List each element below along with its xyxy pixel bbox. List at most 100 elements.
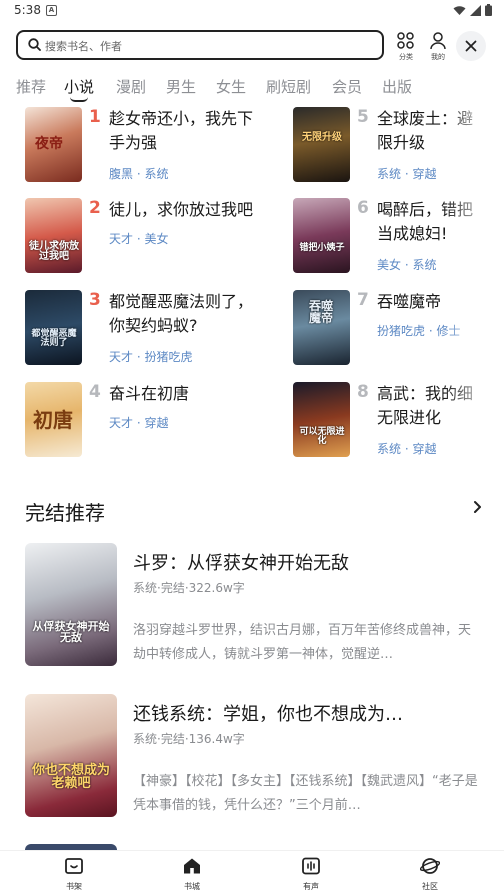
nav-community[interactable]: 社区	[410, 857, 450, 892]
scroll-fade	[444, 100, 504, 460]
book-title-line1: 奋斗在初唐	[109, 384, 190, 403]
status-bar: 5:38 A	[0, 0, 504, 22]
book-title-line1: 趁女帝还小，我先下	[109, 109, 254, 128]
book-tags: 天才 · 扮猪吃虎	[109, 350, 193, 364]
book-title-line2: 手为强	[109, 133, 158, 152]
nav-bookstore[interactable]: 书城	[172, 857, 212, 892]
rank-number: 2	[89, 198, 101, 218]
nav-label: 书城	[184, 882, 200, 891]
book-tags: 腹黑 · 系统	[109, 167, 169, 181]
app-notification-icon: A	[46, 5, 57, 16]
cover-title: 可以无限进化	[299, 427, 345, 446]
book-cover: 你也不想成为老赖吧	[25, 694, 117, 817]
book-meta: 系统·完结·322.6w字	[133, 581, 245, 595]
status-time: 5:38	[14, 3, 41, 17]
cover-title: 错把小姨子	[299, 243, 345, 253]
cover-title: 徒儿求你放过我吧	[29, 241, 79, 262]
category-button[interactable]: 分类	[391, 30, 421, 64]
close-icon	[465, 40, 477, 52]
chevron-right-icon[interactable]	[472, 500, 482, 514]
tab-vip[interactable]: 会员	[332, 76, 362, 97]
rank-item[interactable]: 夜帝 1 趁女帝还小，我先下 手为强 腹黑 · 系统	[25, 107, 285, 183]
book-cover: 初唐	[25, 382, 82, 457]
rank-item[interactable]: 徒儿求你放过我吧 2 徒儿，求你放过我吧 天才 · 美女	[25, 198, 285, 274]
rank-number: 7	[357, 290, 369, 310]
rank-item[interactable]: 初唐 4 奋斗在初唐 天才 · 穿越	[25, 382, 285, 458]
tab-male[interactable]: 男生	[166, 76, 196, 97]
book-tags: 系统 · 穿越	[377, 442, 437, 456]
section-title: 完结推荐	[25, 501, 105, 525]
book-tags: 天才 · 美女	[109, 232, 169, 246]
tab-recommend[interactable]: 推荐	[16, 76, 46, 97]
book-title: 还钱系统：学姐，你也不想成为…	[133, 704, 403, 725]
audio-icon	[302, 857, 320, 875]
rank-number: 3	[89, 290, 101, 310]
nav-label: 有声	[303, 882, 319, 891]
book-title: 斗罗：从俘获女神开始无敌	[133, 553, 349, 574]
home-icon	[184, 858, 200, 874]
book-description: 洛羽穿越斗罗世界，结识古月娜，百万年苦修终成兽神，天劫中转修成人，铸就斗罗第一神…	[133, 623, 472, 662]
category-label: 分类	[399, 53, 413, 61]
system-icons	[453, 4, 492, 16]
rank-number: 5	[357, 107, 369, 127]
search-placeholder: 搜索书名、作者	[45, 40, 122, 53]
book-tags: 美女 · 系统	[377, 258, 437, 272]
tab-publish[interactable]: 出版	[382, 76, 412, 97]
user-icon	[430, 32, 446, 50]
battery-icon	[485, 4, 492, 16]
tab-novel[interactable]: 小说	[64, 76, 94, 97]
bottom-nav: 书架 书城 有声 社区	[0, 850, 504, 896]
search-icon	[28, 38, 41, 51]
search-input[interactable]: 搜索书名、作者	[16, 30, 384, 60]
grid-icon	[397, 32, 414, 49]
book-meta: 系统·完结·136.4w字	[133, 732, 245, 746]
bookshelf-icon	[65, 858, 83, 874]
nav-label: 社区	[422, 882, 438, 891]
category-tabs: 推荐 小说 漫剧 男生 女生 刷短剧 会员 出版	[0, 76, 504, 102]
cover-title: 你也不想成为老赖吧	[31, 763, 110, 791]
mine-label: 我的	[431, 53, 445, 61]
book-title-line2: 你契约蚂蚁?	[109, 316, 198, 335]
book-cover: 可以无限进化	[293, 382, 350, 457]
book-title-line2: 当成媳妇!	[377, 224, 448, 243]
rank-number: 1	[89, 107, 101, 127]
mine-button[interactable]: 我的	[423, 30, 453, 64]
close-button[interactable]	[456, 31, 486, 61]
tab-short-drama[interactable]: 刷短剧	[266, 76, 311, 97]
cover-title: 吞噬魔帝	[309, 299, 334, 325]
book-title-line1: 都觉醒恶魔法则了，	[109, 292, 254, 311]
book-cover: 从俘获女神开始无敌	[25, 543, 117, 666]
cover-title: 无限升级	[302, 132, 342, 143]
book-tags: 天才 · 穿越	[109, 416, 169, 430]
book-cover: 吞噬魔帝	[293, 290, 350, 365]
book-description: 【神豪】【校花】【多女主】【还钱系统】【魏武遗风】“老子是凭本事借的钱，凭什么还…	[133, 774, 478, 813]
rank-number: 8	[357, 382, 369, 402]
book-title-line2: 限升级	[377, 133, 426, 152]
cover-title: 初唐	[33, 408, 73, 432]
wifi-icon	[453, 5, 466, 15]
finished-book-card[interactable]: 从俘获女神开始无敌 斗罗：从俘获女神开始无敌 系统·完结·322.6w字 洛羽穿…	[25, 543, 480, 667]
book-tags: 系统 · 穿越	[377, 167, 437, 181]
rank-item[interactable]: 都觉醒恶魔法则了 3 都觉醒恶魔法则了， 你契约蚂蚁? 天才 · 扮猪吃虎	[25, 290, 285, 366]
book-cover: 都觉醒恶魔法则了	[25, 290, 82, 365]
nav-label: 书架	[66, 882, 82, 891]
book-cover: 徒儿求你放过我吧	[25, 198, 82, 273]
nav-audio[interactable]: 有声	[291, 857, 331, 892]
tab-female[interactable]: 女生	[216, 76, 246, 97]
book-cover: 错把小姨子	[293, 198, 350, 273]
cover-title: 从俘获女神开始无敌	[32, 620, 110, 644]
finished-book-card[interactable]: 你也不想成为老赖吧 还钱系统：学姐，你也不想成为… 系统·完结·136.4w字 …	[25, 694, 480, 818]
book-title-line1: 徒儿，求你放过我吧	[109, 200, 254, 219]
active-tab-indicator	[70, 97, 88, 102]
rank-number: 6	[357, 198, 369, 218]
cover-title: 都觉醒恶魔法则了	[31, 329, 77, 348]
community-icon	[419, 858, 441, 874]
cover-title: 夜帝	[35, 136, 63, 152]
nav-bookshelf[interactable]: 书架	[54, 857, 94, 892]
rank-number: 4	[89, 382, 101, 402]
book-cover: 无限升级	[293, 107, 350, 182]
tab-manju[interactable]: 漫剧	[116, 76, 146, 97]
signal-icon	[470, 4, 481, 16]
book-title-line1: 吞噬魔帝	[377, 292, 442, 311]
book-cover: 夜帝	[25, 107, 82, 182]
